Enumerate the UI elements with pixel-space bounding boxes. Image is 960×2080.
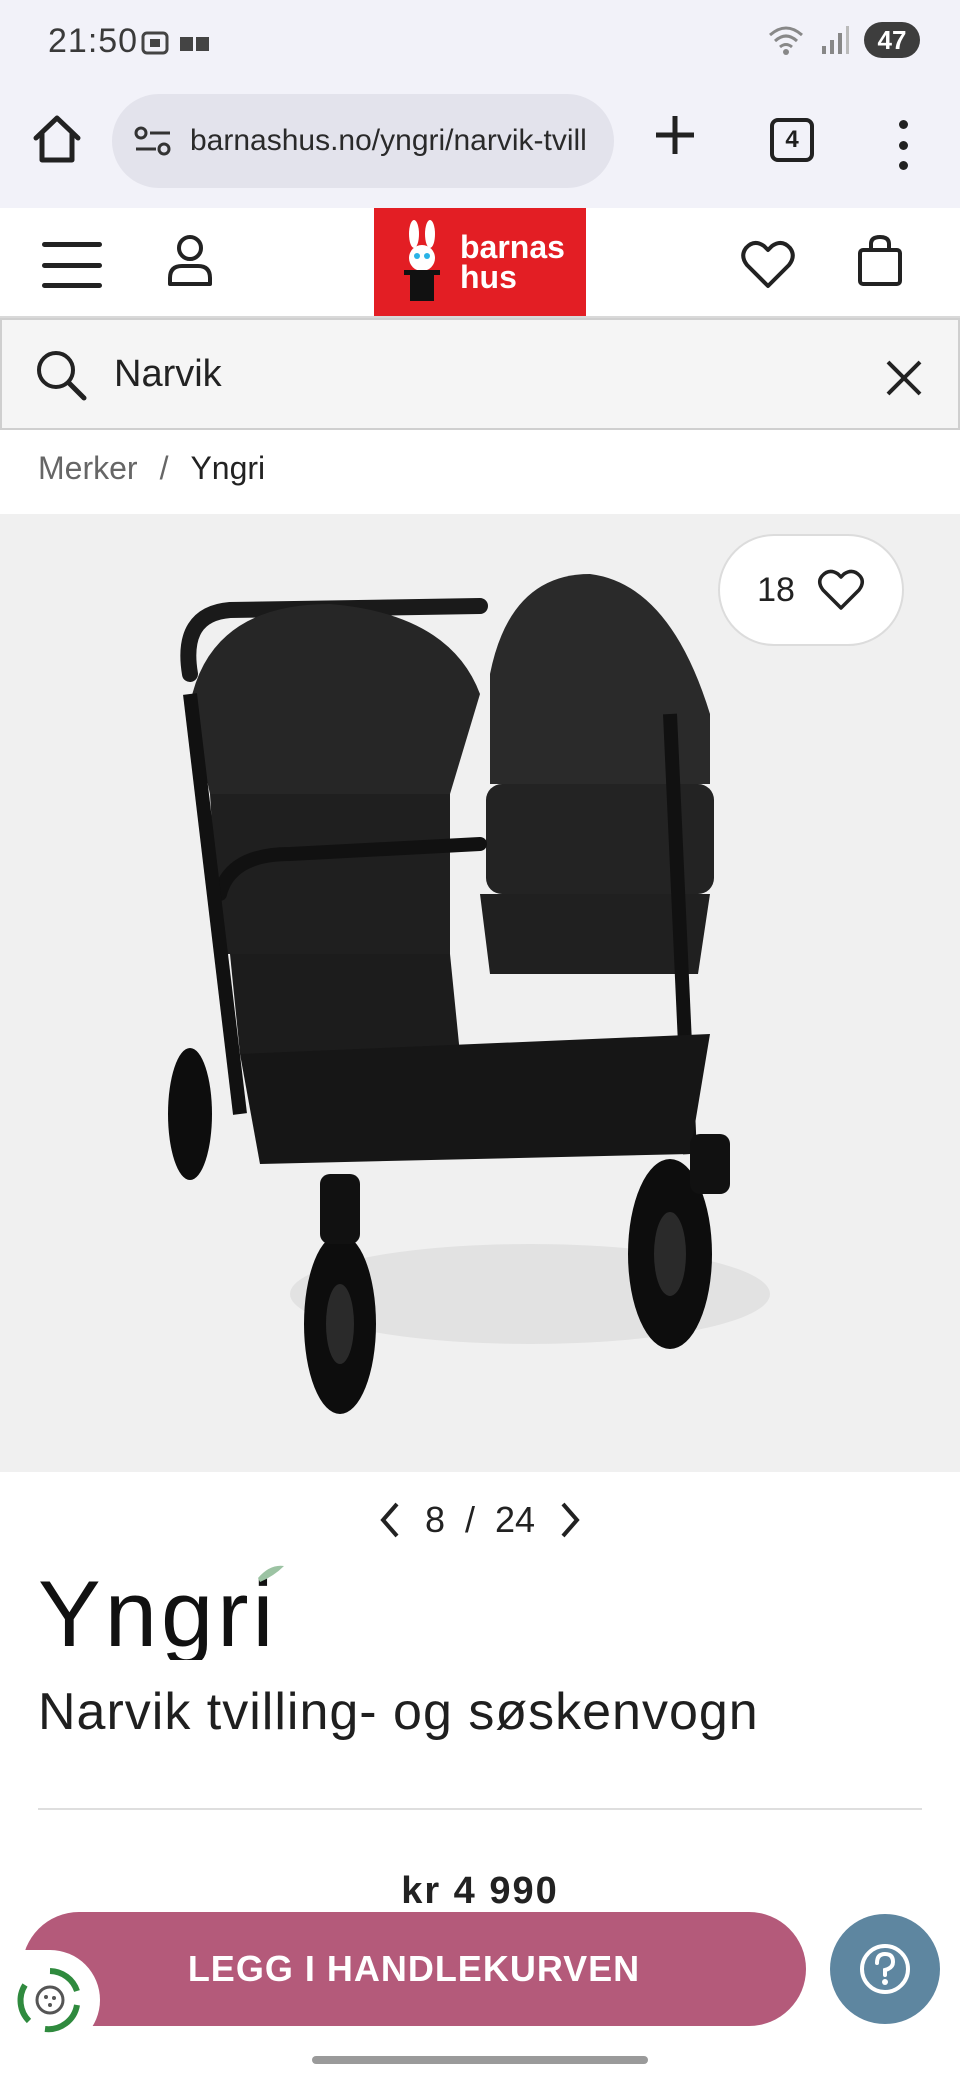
user-icon[interactable]: [166, 232, 214, 288]
browser-toolbar: barnashus.no/yngri/narvik-tvill 4: [0, 90, 960, 208]
shopping-bag-icon[interactable]: [856, 234, 904, 288]
pager-separator: /: [464, 1499, 475, 1540]
rabbit-hat-logo-icon: [404, 220, 440, 301]
browser-menu-icon[interactable]: [890, 120, 916, 170]
purchase-bar: kr 4 990 LEGG I HANDLEKURVEN: [0, 1822, 960, 2080]
site-logo[interactable]: barnas hus: [374, 208, 586, 316]
search-icon[interactable]: [34, 348, 88, 402]
product-image-gallery[interactable]: 18: [0, 514, 960, 1472]
brand-logo-yngri[interactable]: Yngri: [38, 1560, 298, 1660]
status-system-icons: 47: [766, 22, 920, 58]
image-pager: 8 / 24: [0, 1490, 960, 1550]
chevron-left-icon[interactable]: [375, 1500, 405, 1540]
favorite-count: 18: [757, 570, 795, 609]
tab-switcher-button[interactable]: 4: [770, 118, 814, 162]
gesture-navigation-bar: [312, 2056, 648, 2064]
divider: [38, 1808, 922, 1810]
favorite-button[interactable]: 18: [718, 534, 904, 646]
new-tab-icon[interactable]: [652, 112, 698, 158]
url-text: barnashus.no/yngri/narvik-tvill: [190, 124, 587, 157]
battery-indicator: 47: [864, 22, 920, 58]
signal-icon: [822, 26, 849, 54]
status-bar: 21:50 47: [0, 0, 960, 90]
brand-logo-text: Yngri: [38, 1561, 277, 1660]
status-time: 21:50: [48, 22, 139, 60]
breadcrumb-separator: /: [159, 450, 169, 486]
product-price: kr 4 990: [401, 1870, 559, 1912]
breadcrumb: Merker / Yngri: [38, 450, 265, 487]
status-notification-icons: [140, 28, 212, 58]
help-button[interactable]: [830, 1914, 940, 2024]
question-icon: [860, 1944, 910, 1994]
wifi-icon: [769, 26, 803, 55]
search-input[interactable]: [114, 344, 814, 404]
eco-badge[interactable]: [0, 1950, 100, 2050]
add-to-cart-button[interactable]: LEGG I HANDLEKURVEN: [22, 1912, 806, 2026]
pager-total: 24: [495, 1499, 536, 1540]
site-settings-icon[interactable]: [134, 124, 172, 158]
media-icon: [180, 37, 209, 51]
product-title: Narvik tvilling- og søskenvogn: [38, 1683, 759, 1741]
search-bar: [0, 318, 960, 430]
breadcrumb-link-merker[interactable]: Merker: [38, 450, 138, 487]
screenshot-icon: [141, 31, 169, 55]
pager-current: 8: [424, 1499, 445, 1540]
site-header: barnas hus: [0, 208, 960, 318]
home-icon[interactable]: [30, 112, 84, 166]
menu-icon[interactable]: [42, 242, 102, 288]
product-image-stroller: [168, 574, 770, 1414]
heart-icon: [817, 569, 864, 610]
recycle-icon: [17, 1968, 80, 2033]
address-bar[interactable]: barnashus.no/yngri/narvik-tvill: [112, 94, 614, 188]
wishlist-heart-icon[interactable]: [740, 238, 796, 290]
breadcrumb-current[interactable]: Yngri: [190, 450, 265, 487]
chevron-right-icon[interactable]: [555, 1500, 585, 1540]
logo-text-line1: barnas: [460, 229, 565, 265]
close-icon[interactable]: [880, 354, 928, 402]
logo-text-line2: hus: [460, 259, 517, 295]
